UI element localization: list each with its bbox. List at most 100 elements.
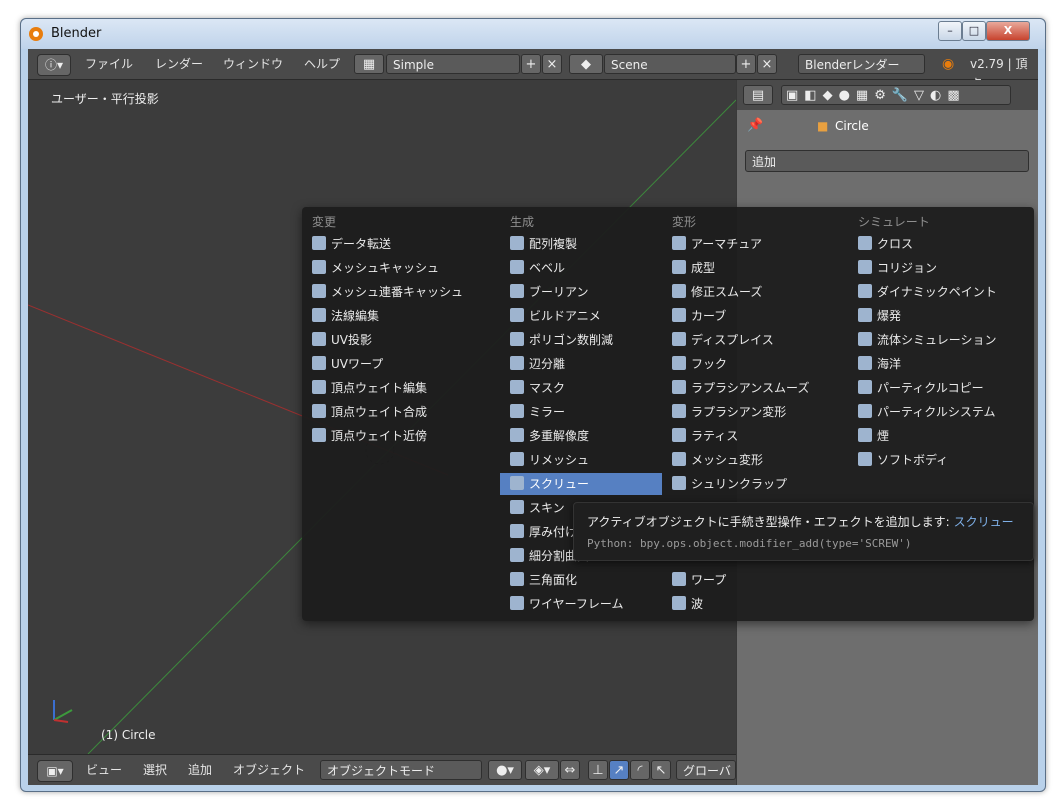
solidify-icon bbox=[510, 524, 524, 538]
pivot-icon[interactable]: ◈▾ bbox=[525, 760, 559, 780]
info-header: ⓘ▾ ファイル レンダー ウィンドウ ヘルプ ▦ Simple + × ◆ Sc… bbox=[28, 49, 1038, 91]
menu-object[interactable]: オブジェクト bbox=[233, 760, 305, 780]
explode-icon bbox=[858, 308, 872, 322]
blender-app-icon bbox=[29, 27, 43, 41]
delete-scene-icon[interactable]: × bbox=[757, 54, 777, 74]
menu-item-cloth[interactable]: クロス bbox=[848, 233, 1032, 255]
translate-icon[interactable]: ↗ bbox=[609, 760, 629, 780]
menu-item-collision[interactable]: コリジョン bbox=[848, 257, 1032, 279]
close-button[interactable]: X bbox=[986, 21, 1030, 41]
menu-item-triangulate[interactable]: 三角面化 bbox=[500, 569, 662, 591]
soft-body-icon bbox=[858, 452, 872, 466]
menu-file[interactable]: ファイル bbox=[85, 54, 133, 74]
uv-warp-icon bbox=[312, 356, 326, 370]
transform-axes-icon[interactable]: ⊥ bbox=[588, 760, 608, 780]
menu-window[interactable]: ウィンドウ bbox=[223, 54, 283, 74]
menu-item-dynamic-paint[interactable]: ダイナミックペイント bbox=[848, 281, 1032, 303]
blender-client: ⓘ▾ ファイル レンダー ウィンドウ ヘルプ ▦ Simple + × ◆ Sc… bbox=[28, 49, 1038, 785]
add-modifier-button[interactable]: 追加 bbox=[745, 150, 1029, 172]
scene-field[interactable]: Scene bbox=[604, 54, 736, 74]
menu-item-shrinkwrap[interactable]: シュリンクラップ bbox=[662, 473, 848, 495]
mode-select[interactable]: オブジェクトモード bbox=[320, 760, 482, 780]
scene-icon[interactable]: ◆ bbox=[569, 54, 603, 74]
menu-item-bevel[interactable]: ベベル bbox=[500, 257, 662, 279]
menu-render[interactable]: レンダー bbox=[155, 54, 203, 74]
uv-project-icon bbox=[312, 332, 326, 346]
rotate-icon[interactable]: ◜ bbox=[630, 760, 650, 780]
tooltip-description: アクティブオブジェクトに手続き型操作・エフェクトを追加します: スクリュー bbox=[587, 515, 1014, 529]
menu-item-vertex-weight-mix[interactable]: 頂点ウェイト合成 bbox=[302, 401, 502, 423]
subsurf-icon bbox=[510, 548, 524, 562]
menu-view[interactable]: ビュー bbox=[86, 760, 122, 780]
menu-help[interactable]: ヘルプ bbox=[304, 54, 340, 74]
properties-object-name: Circle bbox=[835, 119, 869, 133]
menu-item-array[interactable]: 配列複製 bbox=[500, 233, 662, 255]
minimize-button[interactable]: – bbox=[938, 21, 962, 41]
viewport-editor-type-icon[interactable]: ▣▾ bbox=[37, 760, 73, 782]
menu-item-data-transfer[interactable]: データ転送 bbox=[302, 233, 502, 255]
info-editor-type-icon[interactable]: ⓘ▾ bbox=[37, 54, 71, 76]
properties-context-tabs[interactable]: ▣◧◆●▦⚙🔧▽◐▩ bbox=[781, 85, 1011, 105]
menu-item-curve[interactable]: カーブ bbox=[662, 305, 848, 327]
menu-item-particle-system[interactable]: パーティクルシステム bbox=[848, 401, 1032, 423]
menu-item-ocean[interactable]: 海洋 bbox=[848, 353, 1032, 375]
mesh-sequence-cache-icon bbox=[312, 284, 326, 298]
menu-item-vertex-weight-edit[interactable]: 頂点ウェイト編集 bbox=[302, 377, 502, 399]
menu-item-mesh-sequence-cache[interactable]: メッシュ連番キャッシュ bbox=[302, 281, 502, 303]
menu-item-laplacian-smooth[interactable]: ラプラシアンスムーズ bbox=[662, 377, 848, 399]
wireframe-icon bbox=[510, 596, 524, 610]
delete-layout-icon[interactable]: × bbox=[542, 54, 562, 74]
menu-item-armature[interactable]: アーマチュア bbox=[662, 233, 848, 255]
data-transfer-icon bbox=[312, 236, 326, 250]
screen-layout-field[interactable]: Simple bbox=[386, 54, 520, 74]
menu-item-mask[interactable]: マスク bbox=[500, 377, 662, 399]
menu-item-uv-warp[interactable]: UVワープ bbox=[302, 353, 502, 375]
orientation-select[interactable]: グローバル bbox=[676, 760, 736, 785]
menu-item-multires[interactable]: 多重解像度 bbox=[500, 425, 662, 447]
menu-item-decimate[interactable]: ポリゴン数削減 bbox=[500, 329, 662, 351]
menu-item-vertex-weight-proximity[interactable]: 頂点ウェイト近傍 bbox=[302, 425, 502, 447]
menu-item-screw[interactable]: スクリュー bbox=[500, 473, 662, 495]
screen-layout-icon[interactable]: ▦ bbox=[354, 54, 384, 74]
menu-add[interactable]: 追加 bbox=[188, 760, 212, 780]
menu-item-fluid-simulation[interactable]: 流体シミュレーション bbox=[848, 329, 1032, 351]
menu-item-wave[interactable]: 波 bbox=[662, 593, 848, 615]
menu-select[interactable]: 選択 bbox=[143, 760, 167, 780]
menu-item-displace[interactable]: ディスプレイス bbox=[662, 329, 848, 351]
menu-item-mirror[interactable]: ミラー bbox=[500, 401, 662, 423]
menu-item-remesh[interactable]: リメッシュ bbox=[500, 449, 662, 471]
manipulator-toggle-icon[interactable]: ⇔ bbox=[560, 760, 580, 780]
menu-item-hook[interactable]: フック bbox=[662, 353, 848, 375]
menu-item-mesh-deform[interactable]: メッシュ変形 bbox=[662, 449, 848, 471]
shading-icon[interactable]: ●▾ bbox=[488, 760, 522, 780]
particles-icon bbox=[858, 380, 872, 394]
menu-item-edge-split[interactable]: 辺分離 bbox=[500, 353, 662, 375]
menu-item-normal-edit[interactable]: 法線編集 bbox=[302, 305, 502, 327]
menu-item-boolean[interactable]: ブーリアン bbox=[500, 281, 662, 303]
menu-item-mesh-cache[interactable]: メッシュキャッシュ bbox=[302, 257, 502, 279]
menu-item-wireframe[interactable]: ワイヤーフレーム bbox=[500, 593, 662, 615]
curve-icon bbox=[672, 308, 686, 322]
menu-item-warp[interactable]: ワープ bbox=[662, 569, 848, 591]
menu-item-laplacian-deform[interactable]: ラプラシアン変形 bbox=[662, 401, 848, 423]
properties-editor-type-icon[interactable]: ▤ bbox=[743, 85, 773, 105]
menu-item-lattice[interactable]: ラティス bbox=[662, 425, 848, 447]
menu-item-soft-body[interactable]: ソフトボディ bbox=[848, 449, 1032, 471]
menu-item-cast[interactable]: 成型 bbox=[662, 257, 848, 279]
menu-item-explode[interactable]: 爆発 bbox=[848, 305, 1032, 327]
tooltip-target: スクリュー bbox=[953, 515, 1014, 529]
add-scene-icon[interactable]: + bbox=[736, 54, 756, 74]
render-engine-select[interactable]: Blenderレンダー bbox=[798, 54, 925, 74]
menu-item-corrective-smooth[interactable]: 修正スムーズ bbox=[662, 281, 848, 303]
menu-item-build[interactable]: ビルドアニメ bbox=[500, 305, 662, 327]
scale-icon[interactable]: ↖ bbox=[651, 760, 671, 780]
menu-item-smoke[interactable]: 煙 bbox=[848, 425, 1032, 447]
pin-icon[interactable]: 📌 bbox=[747, 118, 763, 133]
skin-icon bbox=[510, 500, 524, 514]
maximize-button[interactable]: □ bbox=[962, 21, 986, 41]
displace-icon bbox=[672, 332, 686, 346]
screw-tooltip: アクティブオブジェクトに手続き型操作・エフェクトを追加します: スクリュー Py… bbox=[573, 502, 1034, 561]
menu-item-uv-project[interactable]: UV投影 bbox=[302, 329, 502, 351]
add-layout-icon[interactable]: + bbox=[521, 54, 541, 74]
menu-item-particle-instance[interactable]: パーティクルコピー bbox=[848, 377, 1032, 399]
